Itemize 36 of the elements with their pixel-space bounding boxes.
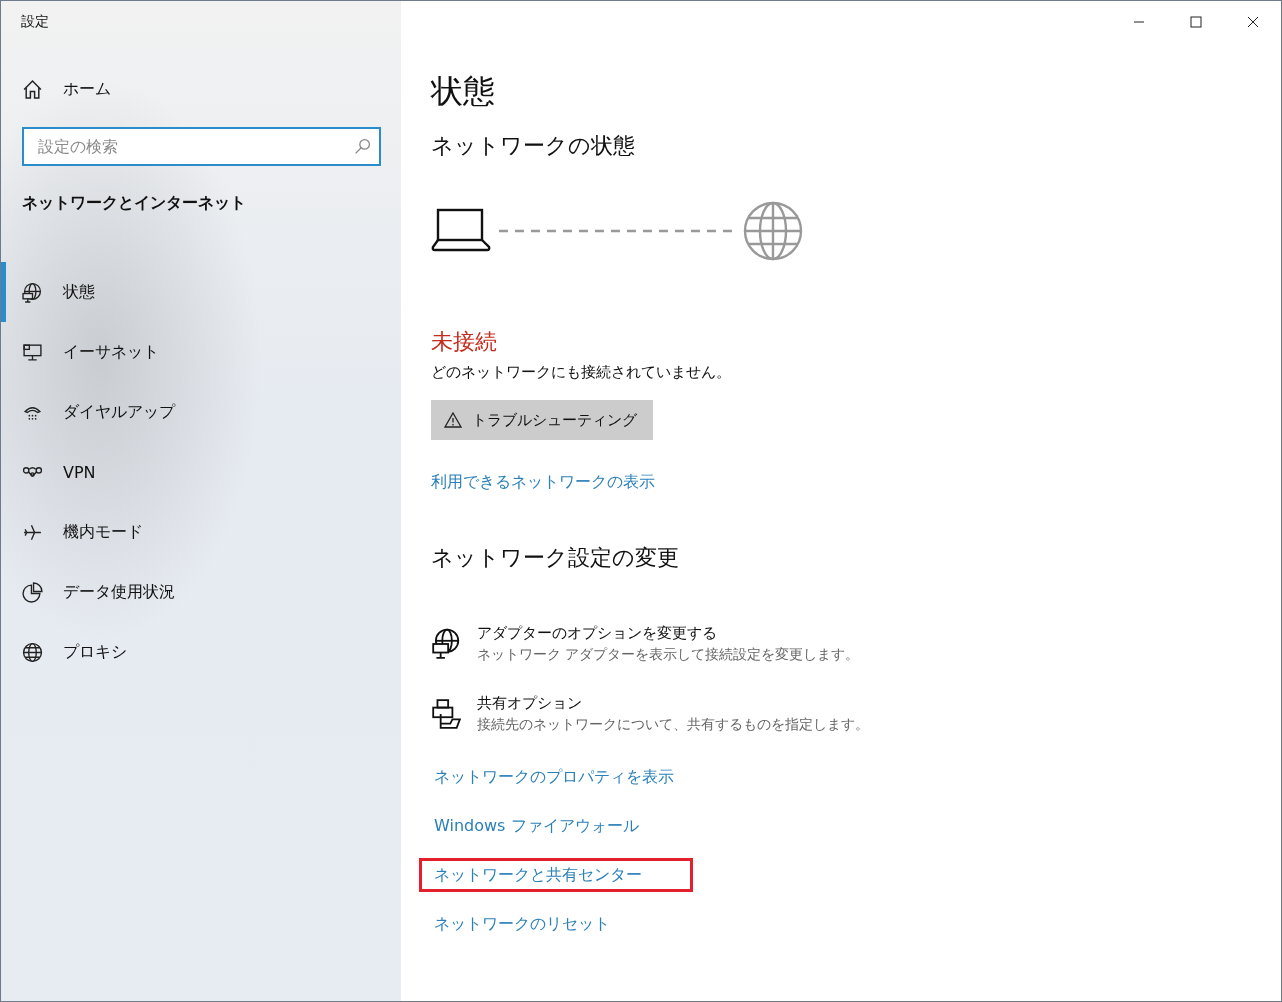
nav-item[interactable]: ダイヤルアップ [1, 382, 401, 442]
settings-link[interactable]: ネットワークのプロパティを表示 [419, 760, 693, 794]
search-field[interactable]: 設定の検索 [22, 127, 381, 166]
home-link[interactable]: ホーム [22, 79, 401, 100]
section-heading: ネットワークの状態 [431, 132, 635, 160]
window-title: 設定 [20, 12, 50, 31]
page-title: 状態 [431, 71, 495, 111]
settings-link[interactable]: ネットワークのリセット [419, 907, 693, 941]
close-icon [1246, 16, 1259, 28]
connection-status: 未接続 [431, 328, 497, 356]
option-description: ネットワーク アダプターを表示して接続設定を変更します。 [477, 645, 860, 664]
maximize-icon [1189, 16, 1202, 28]
troubleshoot-button[interactable]: トラブルシューティング [431, 400, 653, 440]
nav-item[interactable]: イーサネット [1, 322, 401, 382]
nav-item[interactable]: VPN [1, 442, 401, 502]
settings-link[interactable]: Windows ファイアウォール [419, 809, 693, 843]
globe-monitor-icon [431, 628, 461, 660]
status-description: どのネットワークにも接続されていません。 [431, 363, 731, 382]
option-link[interactable]: 共有オプション [477, 692, 869, 714]
globe-monitor-icon [22, 281, 43, 303]
nav-item[interactable]: プロキシ [1, 622, 401, 682]
printer-folder-icon [431, 698, 461, 730]
section-heading: ネットワークとインターネット [22, 193, 247, 214]
option-link[interactable]: アダプターのオプションを変更する [477, 622, 860, 644]
search-icon [354, 138, 371, 155]
monitor-icon [22, 341, 43, 363]
nav-item[interactable]: 機内モード [1, 502, 401, 562]
globe-icon [22, 641, 43, 663]
warning-icon [444, 412, 462, 428]
network-link[interactable]: 利用できるネットワークの表示 [431, 472, 655, 493]
home-icon [22, 79, 43, 100]
settings-link[interactable]: ネットワークと共有センター [419, 858, 693, 892]
pie-chart-icon [22, 581, 43, 603]
nav-item[interactable]: データ使用状況 [1, 562, 401, 622]
option-description: 接続先のネットワークについて、共有するものを指定します。 [477, 715, 869, 734]
section-heading: ネットワーク設定の変更 [431, 544, 679, 572]
